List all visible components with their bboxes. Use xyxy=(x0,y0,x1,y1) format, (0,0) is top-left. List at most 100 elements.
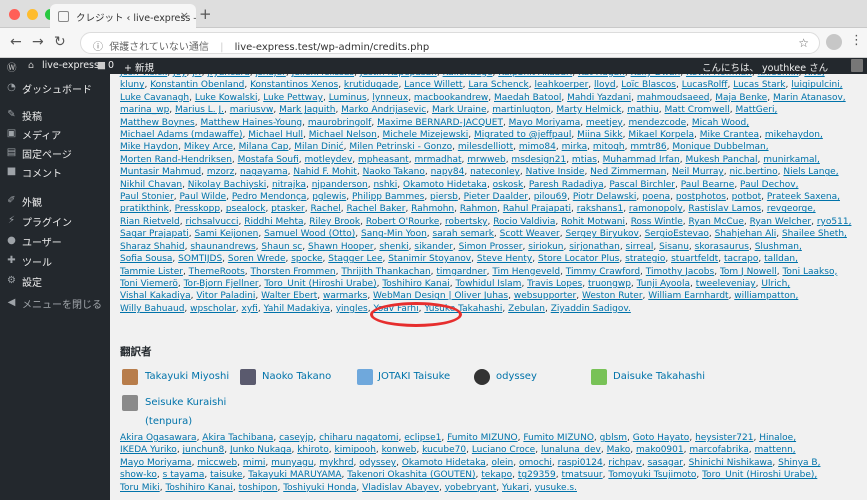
contributor-link[interactable]: Paul Dechov, xyxy=(740,180,798,190)
translator-link[interactable]: caseyjp xyxy=(279,433,313,443)
contributor-link[interactable]: skorasaurus xyxy=(695,242,749,252)
translator-link[interactable]: s tayama xyxy=(163,470,205,480)
contributor-link[interactable]: Monique Dubbelman, xyxy=(672,142,768,152)
translator-link[interactable]: Luciano Croce xyxy=(472,445,535,455)
contributor-link[interactable]: Michael Adams (mdawaffe) xyxy=(120,130,243,140)
translator-link[interactable]: Vladislav Abayev xyxy=(362,483,439,493)
contributor-link[interactable]: ryo511, xyxy=(817,217,852,227)
browser-tab[interactable]: クレジット ‹ live-express — Wo × xyxy=(50,4,196,28)
contributor-link[interactable]: Stagger Lee xyxy=(328,254,382,264)
contributor-link[interactable]: Michele Mizejewski xyxy=(383,130,469,140)
contributor-link[interactable]: sirreal xyxy=(626,242,654,252)
translator-link[interactable]: konweb xyxy=(382,445,417,455)
translator-link[interactable]: chiharu nagatomi xyxy=(319,433,398,443)
contributor-link[interactable]: meetjey xyxy=(586,118,623,128)
contributor-link[interactable]: macbookandrew xyxy=(414,93,488,103)
translator-link[interactable]: junchun8 xyxy=(183,445,225,455)
contributor-link[interactable]: Weston Ruter xyxy=(582,291,643,301)
contributor-link[interactable]: stuartfeldt xyxy=(671,254,718,264)
contributor-link[interactable]: Matthew Haines-Young xyxy=(200,118,302,128)
contributor-link[interactable]: Ross Wintle xyxy=(631,217,683,227)
contributor-link[interactable]: Vitor Paladini xyxy=(196,291,255,301)
contributor-link[interactable]: Toro_Unit (Hiroshi Urabe) xyxy=(264,279,376,289)
contributor-link[interactable]: Rocio Valdivia xyxy=(493,217,555,227)
bookmark-star-icon[interactable]: ☆ xyxy=(798,36,809,50)
contributor-link[interactable]: Marin Atanasov, xyxy=(773,93,846,103)
contributor-link[interactable]: MattGeri, xyxy=(735,105,777,115)
contributor-link[interactable]: mikehaydon, xyxy=(765,130,823,140)
translator-link[interactable]: Toru Miki xyxy=(120,483,160,493)
contributor-link[interactable]: Shaun sc xyxy=(261,242,302,252)
contributor-link[interactable]: piersb xyxy=(430,192,458,202)
contributor-link[interactable]: Luke Cavanagh xyxy=(120,93,189,103)
contributor-link[interactable]: Niels Lange, xyxy=(783,167,838,177)
translator-name[interactable]: Naoko Takano xyxy=(262,371,331,382)
reload-icon[interactable]: ↻ xyxy=(54,34,66,50)
contributor-link[interactable]: Vishal Kakadiya xyxy=(120,291,191,301)
contributor-link[interactable]: Rahul Prajapati xyxy=(503,204,571,214)
translator-link[interactable]: Tomoyuki Tsujimoto xyxy=(608,470,696,480)
contributor-link[interactable]: Nikolay Bachiyski xyxy=(188,180,266,190)
contributor-link[interactable]: Maxime BERNARD-JACQUET xyxy=(377,118,503,128)
contributor-link[interactable]: LucasRolff xyxy=(682,80,728,90)
contributor-link[interactable]: rakshans1 xyxy=(577,204,623,214)
contributor-link[interactable]: Rohit Motwani xyxy=(561,217,625,227)
contributor-link[interactable]: Pieter Daalder xyxy=(464,192,528,202)
sidebar-item-dashboard[interactable]: ◔ ダッシュボード xyxy=(0,79,110,97)
contributor-link[interactable]: Kallehauge xyxy=(443,74,493,78)
translator-link[interactable]: lunaluna_dev xyxy=(541,445,601,455)
contributor-link[interactable]: Michael Hull xyxy=(248,130,303,140)
translator-link[interactable]: Akira Ogasawara xyxy=(120,433,197,443)
contributor-link[interactable]: Toni Viemerö xyxy=(120,279,178,289)
contributor-link[interactable]: William Earnhardt xyxy=(648,291,728,301)
translator-link[interactable]: Takenori Okashita (GOUTEN) xyxy=(347,470,475,480)
contributor-link[interactable]: Maedah Batool xyxy=(494,93,561,103)
contributor-link[interactable]: robertsky xyxy=(445,217,487,227)
contributor-link[interactable]: warmarks xyxy=(323,291,367,301)
comments-count[interactable]: 0 xyxy=(108,60,114,71)
contributor-link[interactable]: Ziyaddin Sadigov. xyxy=(551,304,631,314)
contributor-link[interactable]: Stanimir Stoyanov xyxy=(388,254,471,264)
forward-arrow-icon[interactable]: → xyxy=(32,34,44,50)
contributor-link[interactable]: Philipp Bammes xyxy=(352,192,424,202)
contributor-link[interactable]: ThemeRoots xyxy=(189,267,245,277)
contributor-link[interactable]: tacrapo xyxy=(724,254,758,264)
contributor-link[interactable]: mrmadhat xyxy=(414,155,461,165)
translator-link[interactable]: Takayuki MARUYAMA xyxy=(248,470,341,480)
contributor-link[interactable]: mathiu xyxy=(627,105,659,115)
sidebar-item-posts[interactable]: ✎ 投稿 xyxy=(0,106,110,124)
contributor-link[interactable]: pglewis xyxy=(312,192,346,202)
contributor-link[interactable]: Marius L. J. xyxy=(175,105,224,115)
contributor-link[interactable]: Rachel xyxy=(310,204,340,214)
wordpress-logo-icon[interactable]: Ⓦ xyxy=(7,60,17,74)
contributor-link[interactable]: Sergey Biryukov xyxy=(565,229,638,239)
contributor-link[interactable]: jsnajdr xyxy=(256,74,286,78)
contributor-link[interactable]: nagayama xyxy=(240,167,288,177)
contributor-link[interactable]: shenki xyxy=(379,242,408,252)
back-arrow-icon[interactable]: ← xyxy=(10,34,22,50)
contributor-link[interactable]: psealock xyxy=(226,204,266,214)
contributor-link[interactable]: Shawn Hooper xyxy=(308,242,374,252)
site-name-link[interactable]: live-express xyxy=(42,60,99,71)
contributor-link[interactable]: richsalvucci xyxy=(185,217,238,227)
contributor-link[interactable]: Michael Nelson xyxy=(309,130,377,140)
contributor-link[interactable]: mariusvw xyxy=(230,105,274,115)
contributor-link[interactable]: Muhammad Irfan xyxy=(603,155,680,165)
contributor-link[interactable]: Micah Wood, xyxy=(692,118,749,128)
contributor-link[interactable]: Luminus xyxy=(329,93,367,103)
contributor-link[interactable]: Riley Brook xyxy=(309,217,360,227)
contributor-link[interactable]: sikander xyxy=(414,242,452,252)
contributor-link[interactable]: Naoko Takano xyxy=(363,167,425,177)
contributor-link[interactable]: Rachel Baker xyxy=(346,204,405,214)
contributor-link[interactable]: Scott Weaver xyxy=(500,229,560,239)
contributor-link[interactable]: Sofia Sousa xyxy=(120,254,172,264)
contributor-link[interactable]: Mukesh Panchal xyxy=(685,155,757,165)
contributor-link[interactable]: Konstantinos Xenos xyxy=(250,80,338,90)
translator-link[interactable]: raspi0124 xyxy=(558,458,603,468)
contributor-link[interactable]: maurobringolf xyxy=(308,118,372,128)
contributor-link[interactable]: Rian Rietveld xyxy=(120,217,180,227)
contributor-link[interactable]: Riddhi Mehta xyxy=(244,217,303,227)
contributor-link[interactable]: Rahmon xyxy=(460,204,497,214)
contributor-link[interactable]: Sami Keijonen xyxy=(195,229,259,239)
translator-link[interactable]: yobebryant xyxy=(445,483,497,493)
